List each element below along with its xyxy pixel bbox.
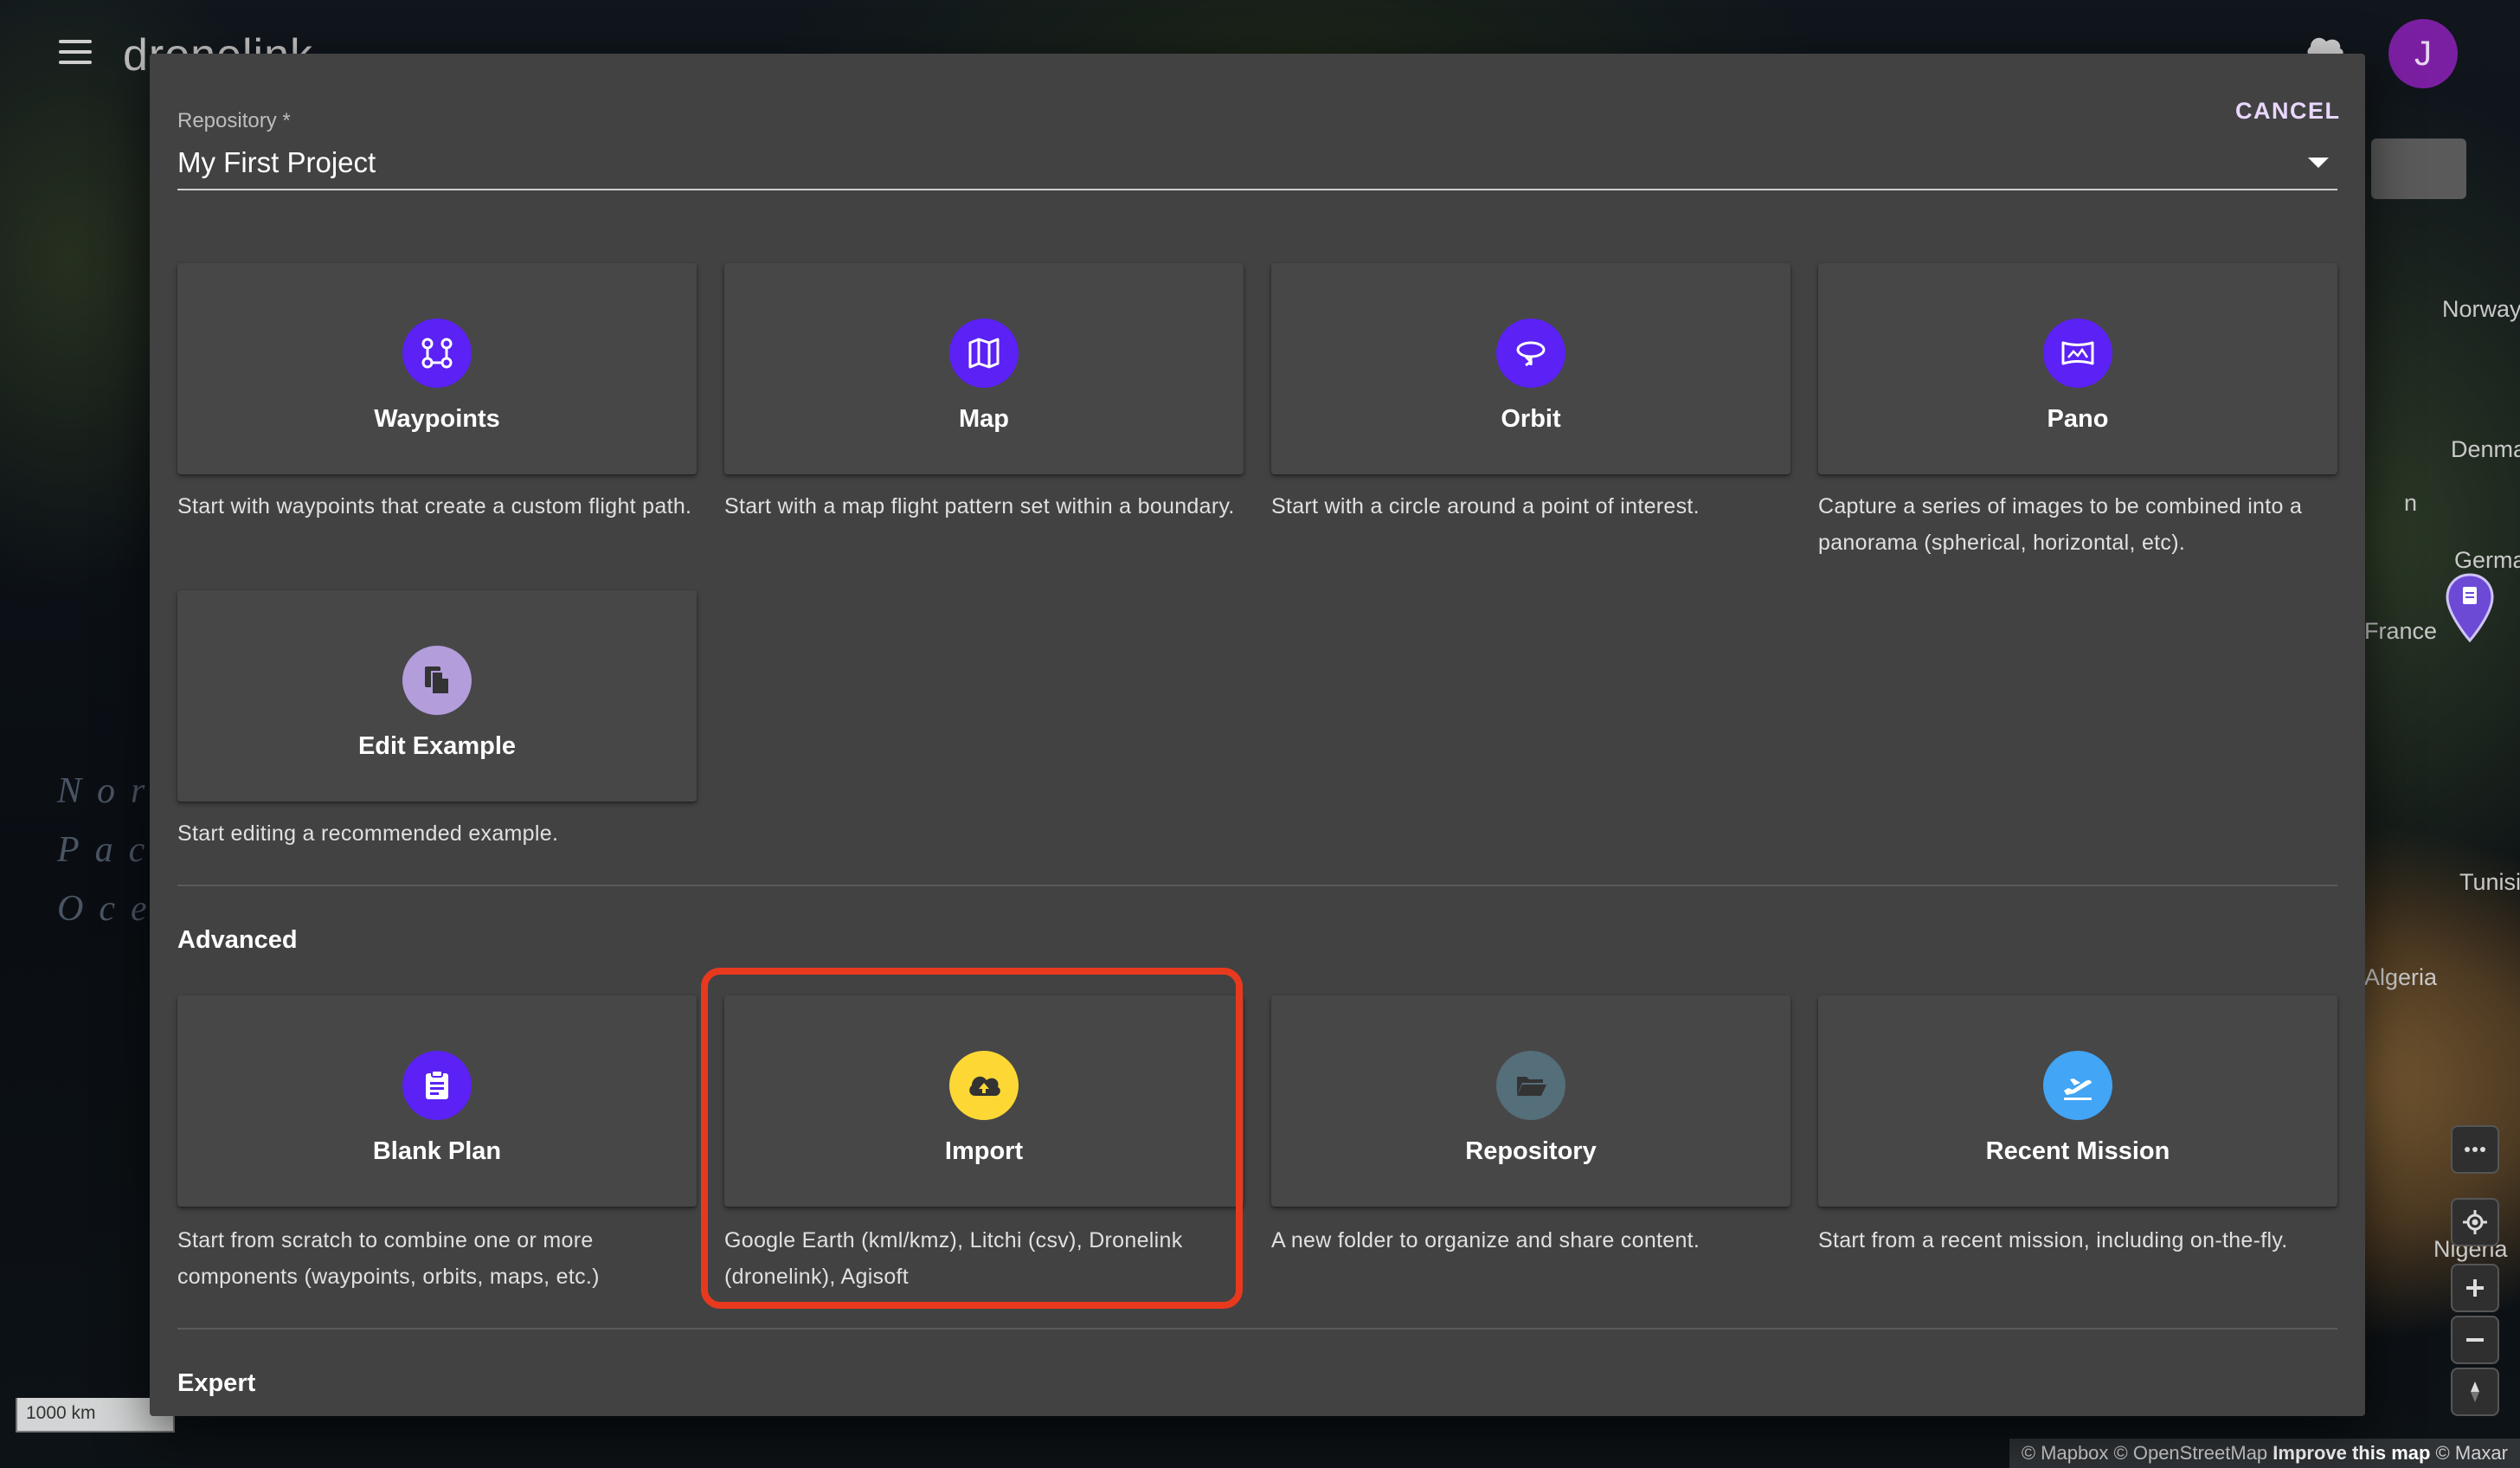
card-title: Blank Plan	[372, 1137, 502, 1165]
country-label: Denma	[2451, 436, 2520, 462]
pano-icon	[2043, 319, 2112, 388]
import-card[interactable]: Import	[724, 995, 1244, 1207]
card-title: Edit Example	[357, 732, 517, 760]
map-icon	[949, 319, 1019, 388]
repository-value: My First Project	[177, 146, 376, 178]
compass-icon[interactable]	[2451, 1368, 2499, 1416]
repository-label: Repository *	[177, 109, 291, 132]
card-description: Start with a map flight pattern set with…	[724, 494, 1235, 518]
zoom-in-icon[interactable]	[2451, 1264, 2499, 1312]
country-label: France	[2364, 618, 2438, 644]
card-description: Start with waypoints that create a custo…	[177, 494, 692, 518]
map-card[interactable]: Map	[724, 263, 1244, 474]
folder-open-icon	[1496, 1051, 1565, 1120]
card-description: Start from scratch to combine one or mor…	[177, 1228, 600, 1289]
cloud-upload-icon	[949, 1051, 1019, 1120]
repository-card[interactable]: Repository	[1271, 995, 1790, 1207]
more-options-icon[interactable]	[2451, 1125, 2499, 1174]
card-title: Repository	[1465, 1137, 1597, 1165]
card-title: Waypoints	[374, 405, 500, 433]
orbit-card[interactable]: Orbit	[1271, 263, 1790, 474]
attribution-text: © Mapbox © OpenStreetMap	[2021, 1442, 2273, 1464]
map-pin-icon[interactable]	[2445, 573, 2495, 642]
card-title: Map	[959, 405, 1009, 433]
card-title: Recent Mission	[1985, 1137, 2170, 1165]
advanced-section-title: Advanced	[177, 926, 298, 954]
waypoints-icon	[402, 319, 472, 388]
country-label: Germa	[2454, 547, 2520, 573]
map-controls	[2451, 1125, 2499, 1420]
copy-icon	[402, 646, 472, 715]
card-title: Orbit	[1501, 405, 1561, 433]
card-description: Start from a recent mission, including o…	[1818, 1228, 2288, 1252]
cancel-button[interactable]: CANCEL	[2227, 85, 2350, 137]
edit-example-card[interactable]: Edit Example	[177, 590, 697, 802]
card-title: Import	[944, 1137, 1024, 1165]
zoom-out-icon[interactable]	[2451, 1316, 2499, 1364]
attribution-text: © Maxar	[2430, 1442, 2508, 1464]
menu-icon[interactable]	[59, 40, 92, 66]
divider	[177, 885, 2337, 886]
chevron-down-icon	[2308, 158, 2329, 168]
country-label: Algeria	[2364, 964, 2438, 990]
card-description: Start with a circle around a point of in…	[1271, 494, 1700, 518]
card-description: Capture a series of images to be combine…	[1818, 494, 2303, 555]
divider	[177, 1328, 2337, 1330]
card-description: Start editing a recommended example.	[177, 821, 559, 846]
orbit-icon	[1496, 319, 1565, 388]
card-description: A new folder to organize and share conte…	[1271, 1228, 1700, 1252]
pano-card[interactable]: Pano	[1818, 263, 2337, 474]
locate-icon[interactable]	[2451, 1198, 2499, 1246]
improve-map-link[interactable]: Improve this map	[2272, 1442, 2430, 1464]
card-description: Google Earth (kml/kmz), Litchi (csv), Dr…	[724, 1228, 1183, 1289]
expert-section-title: Expert	[177, 1369, 256, 1397]
avatar[interactable]: J	[2388, 19, 2458, 88]
clipboard-icon	[402, 1051, 472, 1120]
country-label: Tunisi	[2459, 869, 2520, 895]
toolbar-button[interactable]	[2371, 138, 2466, 199]
waypoints-card[interactable]: Waypoints	[177, 263, 697, 474]
map-attribution[interactable]: © Mapbox © OpenStreetMap Improve this ma…	[2009, 1439, 2520, 1468]
blank-plan-card[interactable]: Blank Plan	[177, 995, 697, 1207]
repository-select[interactable]: My First Project	[177, 137, 2337, 190]
card-title: Pano	[2047, 405, 2109, 433]
country-label: Norway	[2442, 296, 2520, 322]
new-plan-dialog: CANCEL Repository * My First Project Way…	[150, 54, 2365, 1416]
country-label: n	[2404, 490, 2418, 516]
recent-mission-card[interactable]: Recent Mission	[1818, 995, 2337, 1207]
flight-takeoff-icon	[2043, 1051, 2112, 1120]
ocean-label: Nor Pac Oce	[57, 771, 163, 929]
